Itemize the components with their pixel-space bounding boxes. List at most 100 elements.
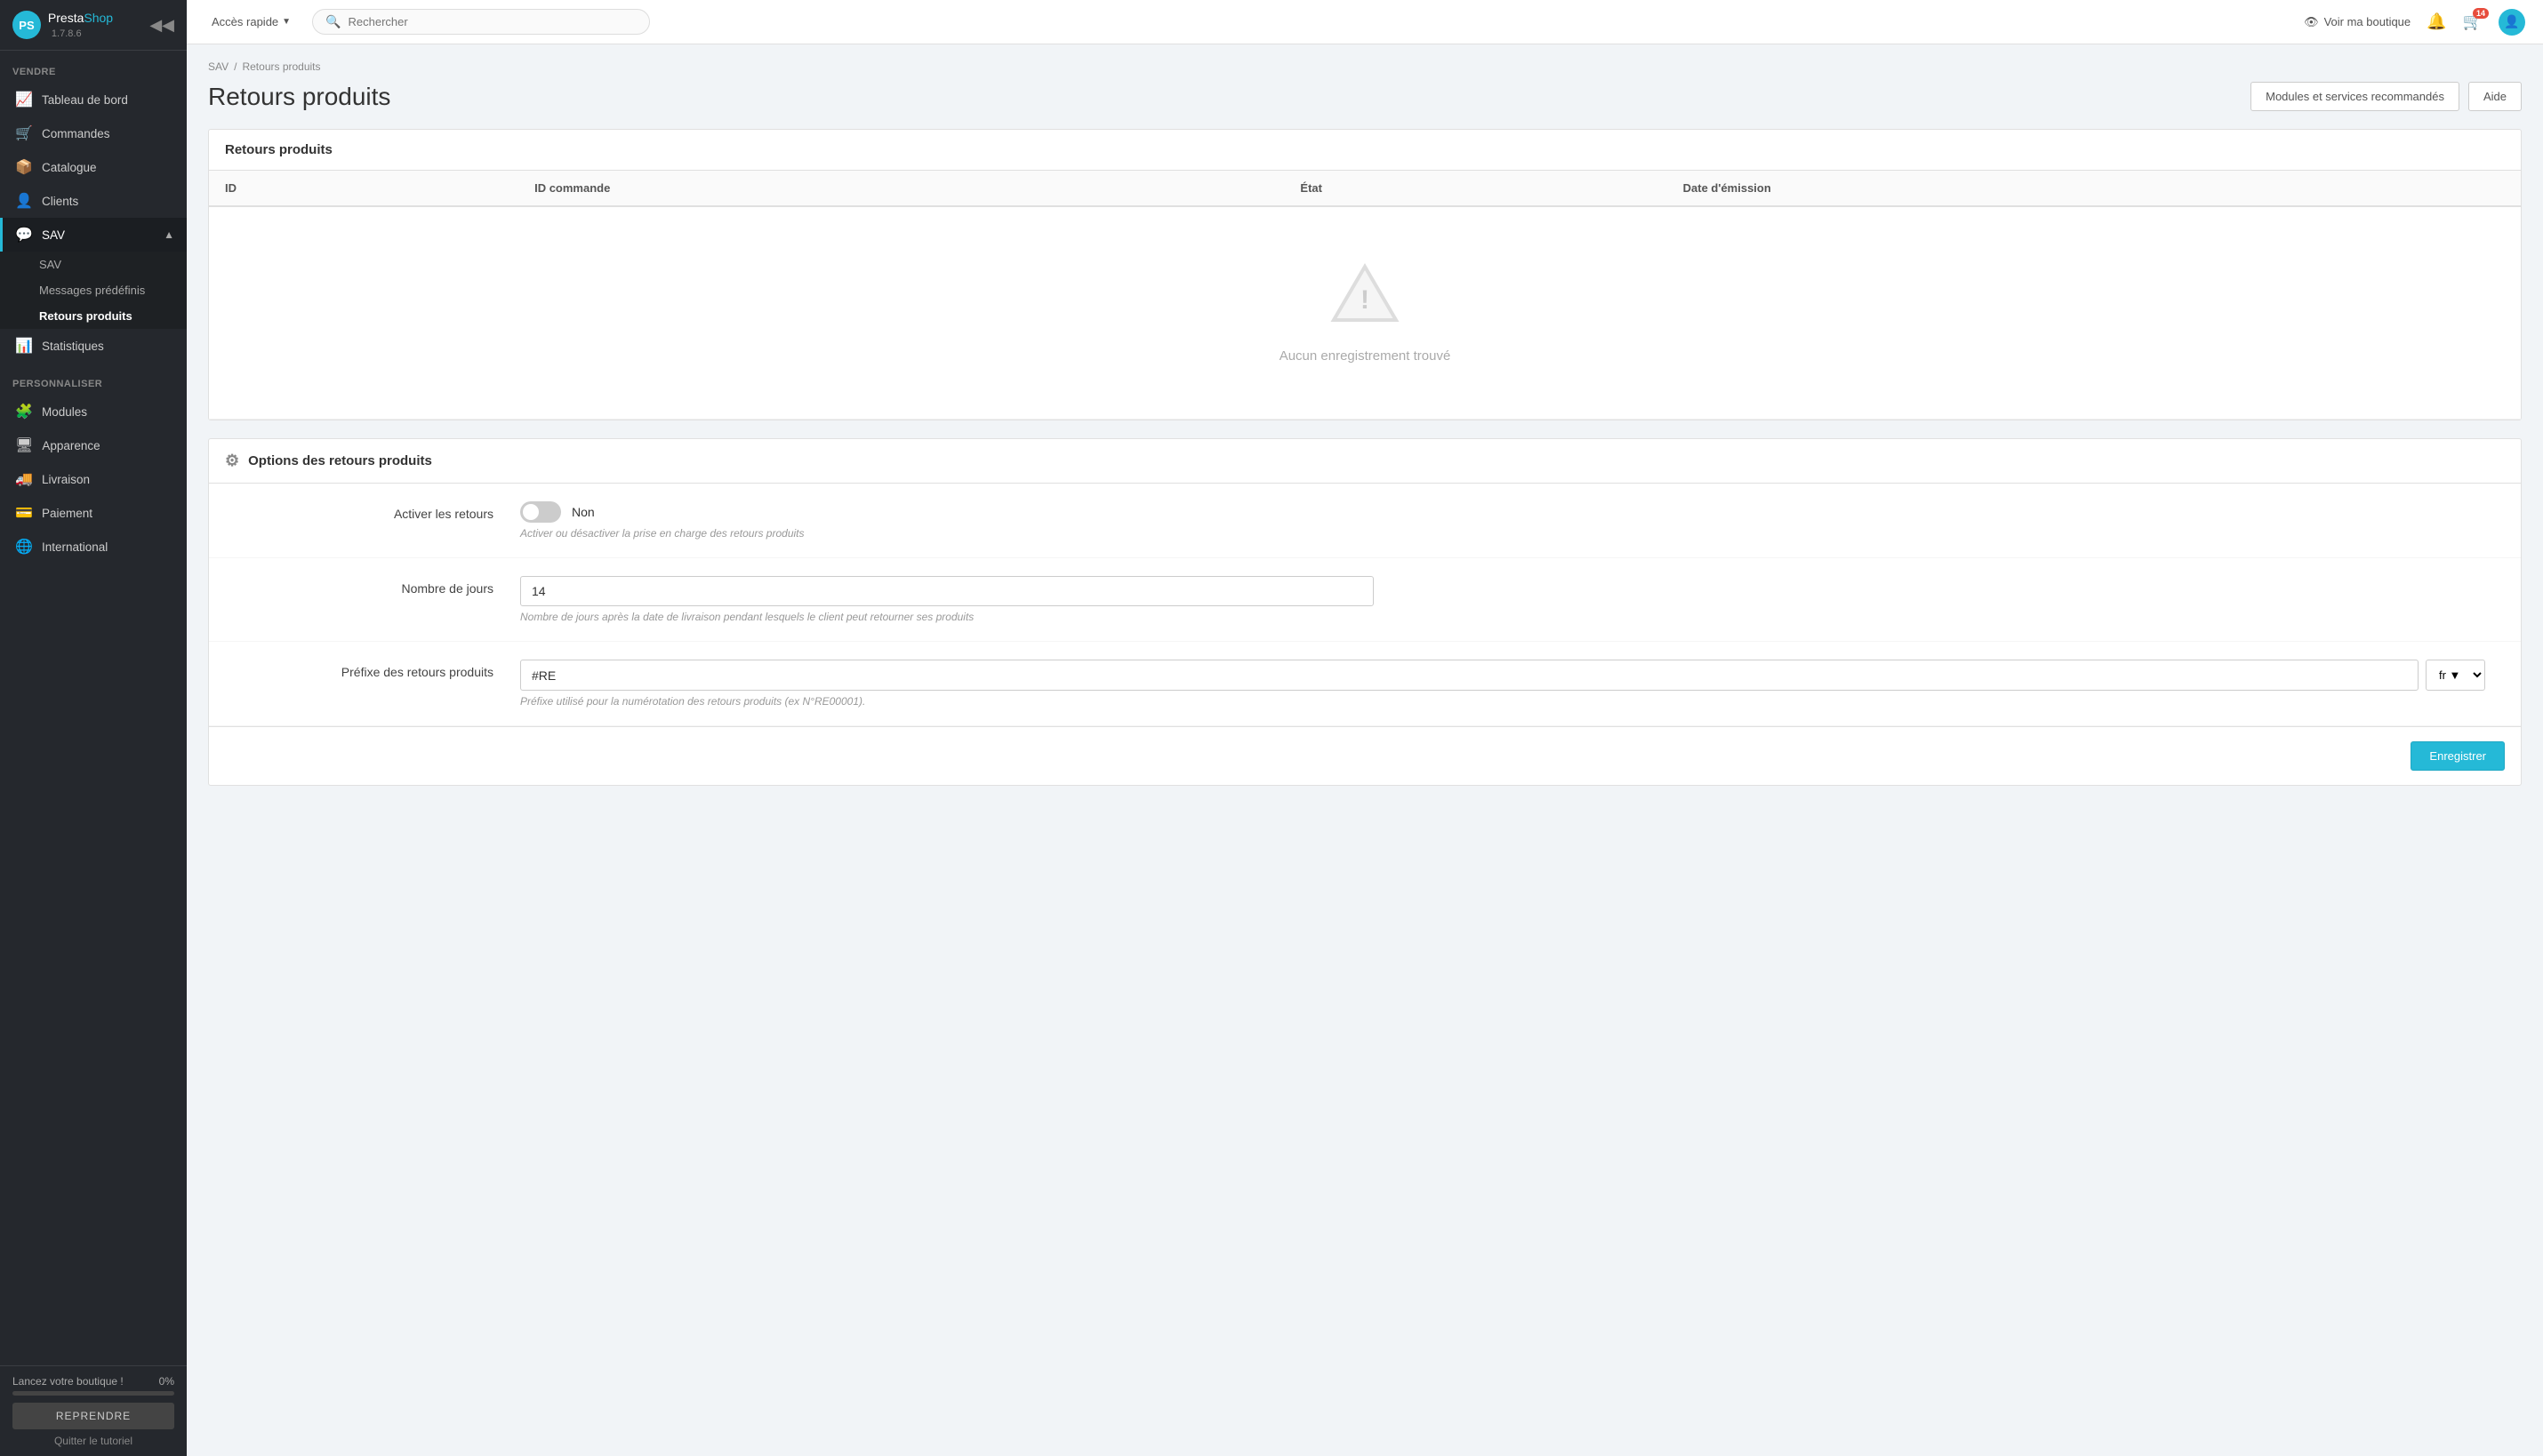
page-actions: Modules et services recommandés Aide [2250, 82, 2522, 111]
sidebar-progress-bar [12, 1391, 174, 1396]
sidebar-logo-icon: PS [12, 11, 41, 39]
breadcrumb-parent[interactable]: SAV [208, 60, 229, 73]
sidebar-label-livraison: Livraison [42, 473, 90, 486]
save-button[interactable]: Enregistrer [2411, 741, 2505, 771]
modules-icon: 🧩 [15, 403, 33, 420]
warning-triangle-icon: ! [1329, 262, 1400, 334]
sidebar-label-commandes: Commandes [42, 127, 110, 140]
table-card-body: ID ID commande État Date d'émission [209, 171, 2521, 420]
empty-state-cell: ! Aucun enregistrement trouvé [209, 206, 2521, 420]
empty-row: ! Aucun enregistrement trouvé [209, 206, 2521, 420]
sidebar-item-sav[interactable]: 💬 SAV ▲ [0, 218, 187, 252]
catalog-icon: 📦 [15, 158, 33, 176]
sidebar-submenu-messages-predefinis[interactable]: Messages prédéfinis [0, 277, 187, 303]
view-store-button[interactable]: 👁 Voir ma boutique [2304, 15, 2411, 29]
nombre-jours-input[interactable] [520, 576, 1374, 606]
sidebar-item-tableau-de-bord[interactable]: 📈 Tableau de bord [0, 83, 187, 116]
sidebar-submenu-retours-produits[interactable]: Retours produits [0, 303, 187, 329]
sidebar-item-livraison[interactable]: 🚚 Livraison [0, 462, 187, 496]
sav-icon: 💬 [15, 226, 33, 244]
form-row-activer-retours: Activer les retours Non Activer ou désac… [209, 484, 2521, 558]
sidebar-resume-button[interactable]: REPRENDRE [12, 1403, 174, 1429]
empty-state: ! Aucun enregistrement trouvé [225, 218, 2505, 408]
activer-retours-value-label: Non [572, 505, 595, 519]
sidebar-collapse-button[interactable]: ◀◀ [149, 16, 174, 35]
sav-chevron-icon: ▲ [164, 228, 174, 241]
sidebar-section-personnaliser: PERSONNALISER [0, 363, 187, 395]
sidebar-label-modules: Modules [42, 405, 87, 419]
col-date: Date d'émission [1667, 171, 2521, 206]
eye-icon: 👁 [2304, 15, 2319, 29]
retours-table: ID ID commande État Date d'émission [209, 171, 2521, 420]
user-avatar[interactable]: 👤 [2499, 9, 2525, 36]
sidebar-label-international: International [42, 540, 108, 554]
sidebar-logo: PS PrestaShop 1.7.8.6 [12, 11, 149, 39]
paiement-icon: 💳 [15, 504, 33, 522]
toggle-slider [520, 501, 561, 523]
sav-submenu: SAV Messages prédéfinis Retours produits [0, 252, 187, 329]
sidebar-label-catalogue: Catalogue [42, 161, 97, 174]
sidebar-progress: Lancez votre boutique ! 0% REPRENDRE Qui… [0, 1365, 187, 1456]
search-input[interactable] [349, 15, 638, 28]
prefixe-input-group: fr ▼ [520, 660, 2485, 691]
activer-retours-toggle[interactable] [520, 501, 561, 523]
sidebar-item-apparence[interactable]: 🖥 Apparence [0, 428, 187, 462]
livraison-icon: 🚚 [15, 470, 33, 488]
cart-badge: 14 [2473, 8, 2489, 19]
sidebar-item-statistiques[interactable]: 📊 Statistiques [0, 329, 187, 363]
table-body: ! Aucun enregistrement trouvé [209, 206, 2521, 420]
modules-recommandes-button[interactable]: Modules et services recommandés [2250, 82, 2459, 111]
sidebar-progress-pct: 0% [159, 1375, 174, 1388]
activer-retours-control: Non Activer ou désactiver la prise en ch… [520, 501, 2485, 540]
sidebar: PS PrestaShop 1.7.8.6 ◀◀ VENDRE 📈 Tablea… [0, 0, 187, 1456]
sidebar-submenu-sav[interactable]: SAV [0, 252, 187, 277]
apparence-icon: 🖥 [15, 436, 33, 454]
cart-button[interactable]: 🛒 14 [2463, 12, 2483, 31]
aide-button[interactable]: Aide [2468, 82, 2522, 111]
form-row-prefixe: Préfixe des retours produits fr ▼ Préfix… [209, 642, 2521, 726]
page-title-row: Retours produits Modules et services rec… [208, 82, 2522, 111]
retours-table-card: Retours produits ID ID commande État Dat… [208, 129, 2522, 420]
col-id: ID [209, 171, 518, 206]
bell-icon: 🔔 [2427, 12, 2446, 30]
sidebar-label-sav: SAV [42, 228, 65, 242]
prefixe-lang-select[interactable]: fr ▼ [2426, 660, 2485, 691]
sidebar-tutorial-link[interactable]: Quitter le tutoriel [12, 1435, 174, 1447]
statistiques-icon: 📊 [15, 337, 33, 355]
sidebar-label-tableau-de-bord: Tableau de bord [42, 93, 128, 107]
activer-retours-label: Activer les retours [316, 501, 493, 521]
options-card-title: Options des retours produits [248, 453, 432, 468]
sidebar-item-paiement[interactable]: 💳 Paiement [0, 496, 187, 530]
sidebar-item-commandes[interactable]: 🛒 Commandes [0, 116, 187, 150]
page-title: Retours produits [208, 83, 390, 111]
prefixe-hint: Préfixe utilisé pour la numérotation des… [520, 695, 2485, 708]
sidebar-label-statistiques: Statistiques [42, 340, 104, 353]
options-card: ⚙ Options des retours produits Activer l… [208, 438, 2522, 786]
quick-access-label: Accès rapide [212, 15, 278, 28]
sidebar-item-modules[interactable]: 🧩 Modules [0, 395, 187, 428]
sidebar-item-international[interactable]: 🌐 International [0, 530, 187, 564]
brand-shop: Shop [84, 11, 113, 25]
col-etat: État [1284, 171, 1666, 206]
activer-retours-hint: Activer ou désactiver la prise en charge… [520, 527, 2485, 540]
chart-icon: 📈 [15, 91, 33, 108]
table-card-header: Retours produits [209, 130, 2521, 171]
nombre-jours-label: Nombre de jours [316, 576, 493, 596]
nombre-jours-control: Nombre de jours après la date de livrais… [520, 576, 2485, 623]
topbar-search: 🔍 [312, 9, 650, 35]
sidebar-section-vendre: VENDRE [0, 51, 187, 83]
orders-icon: 🛒 [15, 124, 33, 142]
sidebar-item-clients[interactable]: 👤 Clients [0, 184, 187, 218]
quick-access-button[interactable]: Accès rapide ▼ [205, 12, 298, 32]
empty-text: Aucun enregistrement trouvé [1280, 348, 1451, 364]
breadcrumb-current: Retours produits [242, 60, 320, 73]
notifications-button[interactable]: 🔔 [2427, 12, 2446, 31]
sidebar-item-catalogue[interactable]: 📦 Catalogue [0, 150, 187, 184]
sidebar-label-apparence: Apparence [42, 439, 100, 452]
sidebar-label-clients: Clients [42, 195, 78, 208]
prefixe-input[interactable] [520, 660, 2419, 691]
prefixe-control: fr ▼ Préfixe utilisé pour la numérotatio… [520, 660, 2485, 708]
col-id-commande: ID commande [518, 171, 1284, 206]
brand-presta: Presta [48, 11, 84, 25]
breadcrumb-separator: / [234, 60, 237, 73]
